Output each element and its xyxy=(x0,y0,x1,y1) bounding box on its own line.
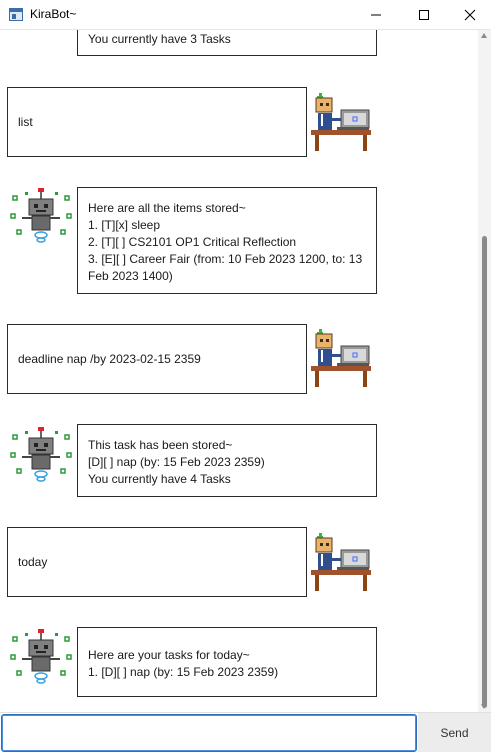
message-line: 3. [E][ ] Career Fair (from: 10 Feb 2023… xyxy=(88,252,366,283)
bot-message: You currently have 3 Tasks xyxy=(77,30,377,56)
app-window-icon xyxy=(9,8,23,21)
minimize-icon xyxy=(371,14,381,16)
scroll-up-icon[interactable] xyxy=(481,33,487,38)
user-at-desk-icon xyxy=(310,532,372,592)
message-line: 1. [D][ ] nap (by: 15 Feb 2023 2359) xyxy=(88,665,279,679)
message-line: You currently have 3 Tasks xyxy=(88,32,231,46)
message-line: 2. [T][ ] CS2101 OP1 Critical Reflection xyxy=(88,235,297,249)
robot-icon xyxy=(10,187,72,243)
message-input[interactable] xyxy=(1,714,417,752)
message-line: [D][ ] nap (by: 15 Feb 2023 2359) xyxy=(88,455,265,469)
message-line: You currently have 4 Tasks xyxy=(88,472,231,486)
user-at-desk-icon xyxy=(310,328,372,388)
user-message: deadline nap /by 2023-02-15 2359 xyxy=(7,324,307,394)
message-line: deadline nap /by 2023-02-15 2359 xyxy=(18,351,201,366)
user-message: today xyxy=(7,527,307,597)
bot-message: This task has been stored~ [D][ ] nap (b… xyxy=(77,424,377,497)
bot-message: Here are your tasks for today~ 1. [D][ ]… xyxy=(77,627,377,697)
user-at-desk-icon xyxy=(310,92,372,152)
send-button[interactable]: Send xyxy=(418,713,491,752)
scroll-down-icon[interactable] xyxy=(481,704,487,709)
message-line: Here are your tasks for today~ xyxy=(88,648,250,662)
message-line: This task has been stored~ xyxy=(88,438,233,452)
message-line: today xyxy=(18,554,48,569)
message-line: Here are all the items stored~ xyxy=(88,201,246,215)
bot-message: Here are all the items stored~ 1. [T][x]… xyxy=(77,187,377,294)
close-icon xyxy=(464,9,476,21)
user-message: list xyxy=(7,87,307,157)
vertical-scrollbar[interactable] xyxy=(478,30,491,712)
robot-icon xyxy=(10,628,72,684)
scroll-thumb[interactable] xyxy=(482,236,487,708)
input-bar: Send xyxy=(0,712,491,752)
title-bar: KiraBot~ xyxy=(0,0,491,30)
robot-icon xyxy=(10,426,72,482)
maximize-button[interactable] xyxy=(401,0,447,30)
maximize-icon xyxy=(419,10,429,20)
chat-dialog-container[interactable]: You currently have 3 Tasks list Here are… xyxy=(0,30,478,712)
message-line: list xyxy=(18,114,33,129)
close-button[interactable] xyxy=(447,0,491,30)
window-title: KiraBot~ xyxy=(30,7,77,21)
message-line: 1. [T][x] sleep xyxy=(88,218,161,232)
minimize-button[interactable] xyxy=(353,0,399,30)
